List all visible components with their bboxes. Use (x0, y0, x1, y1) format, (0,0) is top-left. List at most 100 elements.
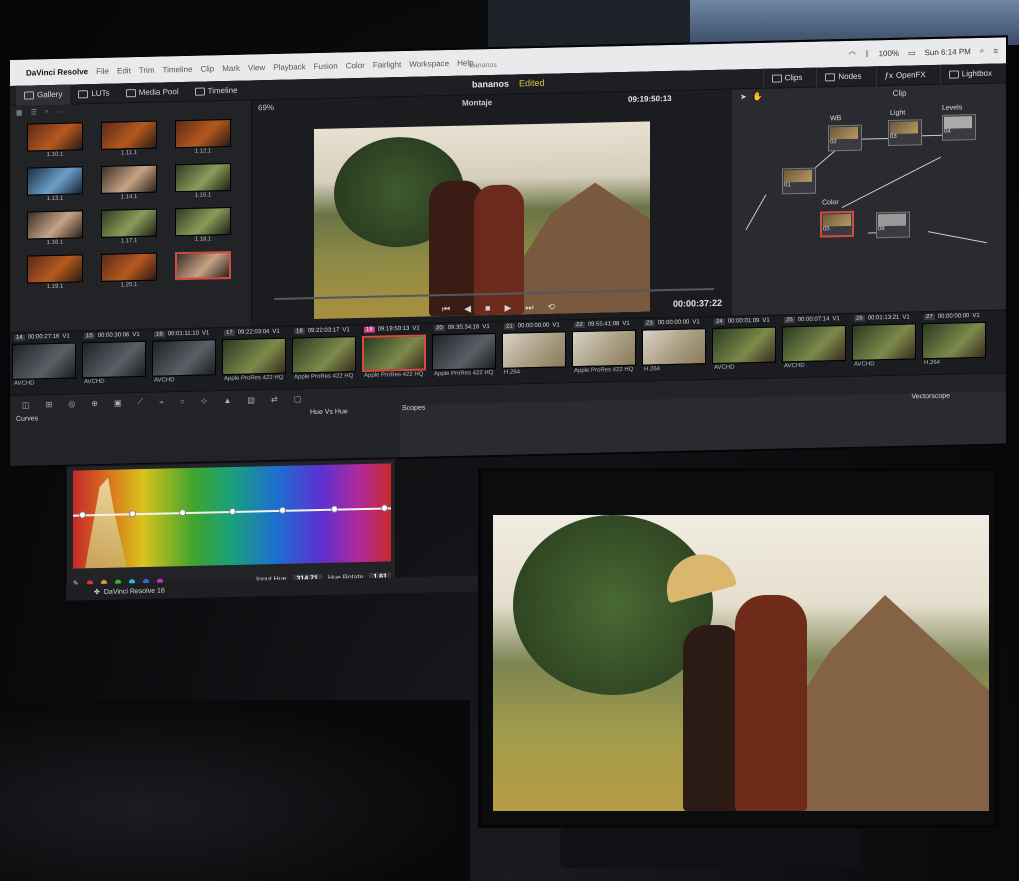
stop-icon[interactable]: ■ (485, 303, 490, 314)
node-01[interactable]: 01 (782, 167, 816, 195)
timeline-clip[interactable]: 19 09:19:50:13 V1 Apple ProRes 422 HQ (362, 323, 428, 388)
tracker-icon[interactable]: ⊹ (201, 396, 208, 405)
still-item-selected[interactable] (172, 250, 234, 288)
menu-workspace[interactable]: Workspace (409, 58, 449, 68)
node-02[interactable]: 02 (828, 124, 862, 152)
play-icon[interactable]: ▶ (504, 303, 511, 314)
scope-type-select[interactable]: Vectorscope (911, 393, 950, 401)
menu-app-name[interactable]: DaVinci Resolve (26, 67, 88, 77)
menu-file[interactable]: File (96, 66, 109, 75)
curves-mode-select[interactable]: Hue Vs Hue (310, 408, 348, 416)
timeline-clip[interactable]: 17 09:22:03:04 V1 Apple ProRes 422 HQ (222, 327, 288, 392)
rgb-mixer-icon[interactable]: ⊕ (91, 398, 98, 407)
node-05-selected[interactable]: 05 (820, 210, 854, 238)
openfx-button[interactable]: ƒx OpenFX (875, 64, 934, 86)
timeline-clip[interactable]: 27 00:00:00:00 V1 H.264 (922, 311, 988, 376)
still-item[interactable]: 1.13.1 (24, 166, 86, 203)
clock[interactable]: Sun 6:14 PM (925, 47, 971, 57)
menu-edit[interactable]: Edit (117, 66, 131, 75)
timeline-clip[interactable]: 15 00:00:30:06 V1 AVCHD (82, 330, 148, 395)
still-item[interactable]: 1.12.1 (172, 118, 234, 156)
qualifier-icon[interactable]: ⌁ (159, 397, 164, 406)
node-mode[interactable]: Clip (893, 88, 907, 97)
timeline-clip[interactable]: 18 09:22:03:17 V1 Apple ProRes 422 HQ (292, 325, 358, 390)
color-match-icon[interactable]: ⊞ (46, 399, 53, 408)
gallery-button[interactable]: Gallery (16, 84, 71, 106)
still-item[interactable]: 1.16.1 (24, 210, 86, 247)
lightbox-button[interactable]: Lightbox (939, 62, 1000, 85)
timeline-clip[interactable]: 24 00:00:01:09 V1 AVCHD (712, 316, 778, 381)
menu-color[interactable]: Color (346, 60, 365, 69)
timeline-clip[interactable]: 22 09:55:41:08 V1 Apple ProRes 422 HQ (572, 319, 638, 384)
menu-fusion[interactable]: Fusion (314, 61, 338, 71)
motion-effects-icon[interactable]: ▣ (114, 398, 122, 407)
timeline-clip[interactable]: 20 09:35:34:16 V1 Apple ProRes 422 HQ (432, 322, 498, 387)
menu-mark[interactable]: Mark (222, 63, 240, 72)
hue-vs-hue-graph[interactable] (73, 463, 391, 569)
bluetooth-icon[interactable]: ᛒ (865, 49, 870, 58)
timeline-clip[interactable]: 16 00:01:11:10 V1 AVCHD (152, 328, 218, 393)
pointer-icon[interactable]: ➤ (740, 92, 747, 101)
curve-point[interactable] (279, 506, 286, 514)
still-item[interactable]: 1.20.1 (98, 252, 160, 290)
menu-fairlight[interactable]: Fairlight (373, 60, 401, 70)
menu-view[interactable]: View (248, 63, 265, 72)
media-pool-button[interactable]: Media Pool (118, 81, 187, 103)
color-wheels-icon[interactable]: ◎ (68, 399, 75, 408)
first-frame-icon[interactable]: ⏮ (442, 304, 450, 315)
still-item[interactable]: 1.11.1 (98, 120, 160, 158)
timeline-name[interactable]: Montaje (462, 98, 492, 108)
blur-icon[interactable]: ▲ (224, 395, 232, 404)
search-icon[interactable]: ⌕ (980, 46, 984, 56)
project-title: bananos Edited (472, 78, 545, 90)
menu-playback[interactable]: Playback (273, 62, 305, 72)
curves-title: Curves (16, 414, 39, 423)
timeline-clip[interactable]: 23 00:00:00:00 V1 H.264 (642, 317, 708, 382)
curve-point[interactable] (179, 509, 186, 517)
hand-icon[interactable]: ✋ (753, 91, 763, 100)
timeline-button[interactable]: Timeline (187, 80, 246, 101)
curve-point[interactable] (79, 511, 86, 519)
battery-percent[interactable]: 100% (879, 48, 899, 57)
loop-icon[interactable]: ⟲ (548, 302, 556, 313)
more-icon[interactable]: ··· (57, 108, 64, 115)
sizing-icon[interactable]: ⇄ (271, 394, 278, 403)
search-icon[interactable]: ⌕ (45, 108, 49, 116)
still-item[interactable]: 1.14.1 (98, 164, 160, 202)
still-item[interactable]: 1.17.1 (98, 208, 160, 246)
curve-point[interactable] (381, 504, 388, 512)
node-06[interactable]: 06 (876, 211, 910, 239)
camera-raw-icon[interactable]: ◫ (22, 400, 30, 409)
reverse-icon[interactable]: ◀ (464, 303, 471, 314)
still-item[interactable]: 1.18.1 (172, 206, 234, 244)
node-04[interactable]: 04 (942, 114, 976, 141)
timeline-clip[interactable]: 14 00:00:27:16 V1 AVCHD (12, 331, 78, 396)
grid-view-icon[interactable]: ▦ (16, 109, 23, 117)
wifi-icon[interactable]: ◠ (849, 49, 856, 58)
timeline-clip[interactable]: 25 00:00:07:14 V1 AVCHD (782, 314, 848, 379)
still-item[interactable]: 1.19.1 (24, 254, 86, 291)
curve-point[interactable] (331, 505, 338, 513)
curve-point[interactable] (229, 507, 236, 516)
list-view-icon[interactable]: ☰ (31, 108, 37, 116)
still-item[interactable]: 1.15.1 (172, 162, 234, 200)
curves-icon[interactable]: ⟋ (138, 397, 144, 407)
timeline-clip[interactable]: 26 00:01:13:21 V1 AVCHD (852, 312, 918, 377)
still-item[interactable]: 1.10.1 (24, 122, 86, 159)
curve-point[interactable] (129, 510, 136, 518)
3d-icon[interactable]: ▢ (294, 394, 302, 403)
nodes-button[interactable]: Nodes (816, 65, 870, 88)
timeline-clip[interactable]: 21 00:00:00:00 V1 H.264 (502, 320, 568, 385)
clips-button[interactable]: Clips (762, 67, 811, 89)
node-03[interactable]: 03 (888, 119, 922, 147)
key-icon[interactable]: ▤ (247, 395, 255, 404)
window-icon[interactable]: ○ (180, 396, 185, 405)
luts-button[interactable]: LUTs (70, 83, 117, 104)
menu-clip[interactable]: Clip (200, 64, 214, 73)
menu-list-icon[interactable]: ≡ (993, 46, 998, 55)
menu-timeline[interactable]: Timeline (163, 64, 193, 74)
menu-trim[interactable]: Trim (139, 65, 155, 74)
last-frame-icon[interactable]: ⏭ (525, 302, 533, 313)
zoom-level[interactable]: 69% (258, 102, 274, 111)
clip-codec: AVCHD (854, 361, 875, 368)
